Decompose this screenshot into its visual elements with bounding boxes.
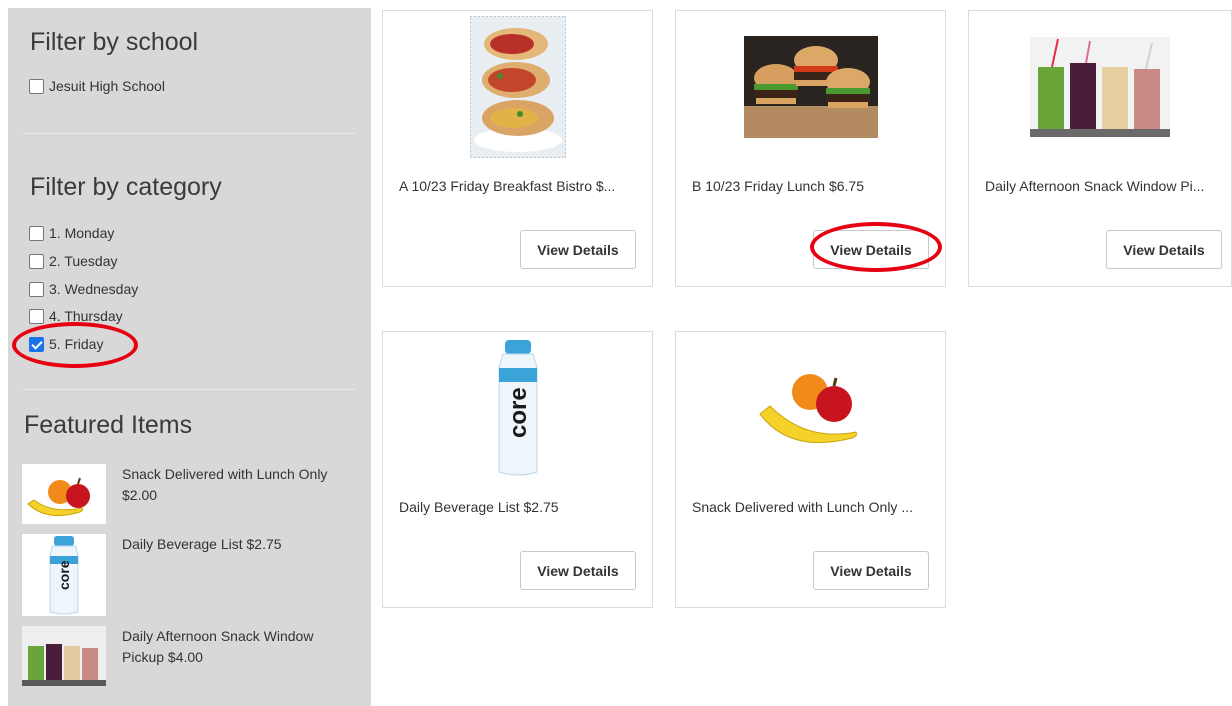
featured-item-label[interactable]: Daily Afternoon Snack Window Pickup $4.0…: [122, 626, 342, 668]
view-details-button[interactable]: View Details: [813, 230, 929, 269]
filter-school-heading: Filter by school: [30, 28, 199, 56]
checkbox-icon[interactable]: [29, 253, 44, 269]
breakfast-wrap-image[interactable]: [383, 16, 652, 158]
view-details-button[interactable]: View Details: [520, 551, 636, 590]
category-filter-label: 3. Wednesday: [49, 281, 139, 297]
featured-item[interactable]: Snack Delivered with Lunch Only $2.00: [22, 464, 352, 526]
featured-item-label[interactable]: Snack Delivered with Lunch Only $2.00: [122, 464, 342, 506]
category-filter-tuesday[interactable]: 2. Tuesday: [29, 251, 118, 271]
category-filter-monday[interactable]: 1. Monday: [29, 223, 114, 243]
school-filter-jesuit[interactable]: Jesuit High School: [29, 76, 165, 96]
checkbox-icon[interactable]: [29, 281, 44, 297]
school-filter-label: Jesuit High School: [49, 78, 165, 94]
divider: [22, 133, 355, 134]
product-title[interactable]: A 10/23 Friday Breakfast Bistro $...: [399, 178, 639, 194]
view-details-button[interactable]: View Details: [520, 230, 636, 269]
product-title[interactable]: Daily Beverage List $2.75: [399, 499, 639, 515]
product-title[interactable]: B 10/23 Friday Lunch $6.75: [692, 178, 932, 194]
sidebar: Filter by school Jesuit High School Filt…: [8, 8, 371, 706]
checkbox-checked-icon[interactable]: [29, 336, 44, 352]
product-card[interactable]: Daily Afternoon Snack Window Pi... View …: [968, 10, 1232, 287]
category-filter-label: 5. Friday: [49, 336, 104, 352]
product-card[interactable]: Snack Delivered with Lunch Only ... View…: [675, 331, 946, 608]
fruit-image[interactable]: [22, 464, 106, 524]
sliders-image[interactable]: [676, 16, 945, 158]
product-card[interactable]: B 10/23 Friday Lunch $6.75 View Details: [675, 10, 946, 287]
category-filter-wednesday[interactable]: 3. Wednesday: [29, 279, 138, 299]
fruit-image[interactable]: [676, 337, 945, 479]
category-filter-friday[interactable]: 5. Friday: [29, 334, 103, 354]
product-card[interactable]: core Daily Beverage List $2.75 View Deta…: [382, 331, 653, 608]
featured-items-heading: Featured Items: [24, 411, 193, 439]
category-filter-label: 4. Thursday: [49, 308, 123, 324]
category-filter-label: 2. Tuesday: [49, 253, 118, 269]
product-card[interactable]: A 10/23 Friday Breakfast Bistro $... Vie…: [382, 10, 653, 287]
view-details-button[interactable]: View Details: [813, 551, 929, 590]
water-bottle-image[interactable]: core: [22, 534, 106, 616]
water-bottle-image[interactable]: core: [383, 337, 652, 479]
smoothies-image[interactable]: [22, 626, 106, 686]
view-details-button[interactable]: View Details: [1106, 230, 1222, 269]
bottle-brand-text: core: [56, 560, 72, 590]
smoothies-image[interactable]: [969, 16, 1231, 158]
category-filter-label: 1. Monday: [49, 225, 115, 241]
featured-item-label[interactable]: Daily Beverage List $2.75: [122, 534, 342, 555]
product-title[interactable]: Daily Afternoon Snack Window Pi...: [985, 178, 1225, 194]
featured-item[interactable]: Daily Afternoon Snack Window Pickup $4.0…: [22, 626, 352, 688]
checkbox-icon[interactable]: [29, 308, 44, 324]
filter-category-heading: Filter by category: [30, 173, 222, 201]
checkbox-icon[interactable]: [29, 78, 44, 94]
bottle-brand-text: core: [505, 387, 532, 438]
featured-item[interactable]: core Daily Beverage List $2.75: [22, 534, 352, 616]
product-title[interactable]: Snack Delivered with Lunch Only ...: [692, 499, 932, 515]
checkbox-icon[interactable]: [29, 225, 44, 241]
category-filter-thursday[interactable]: 4. Thursday: [29, 306, 123, 326]
divider: [22, 389, 355, 390]
